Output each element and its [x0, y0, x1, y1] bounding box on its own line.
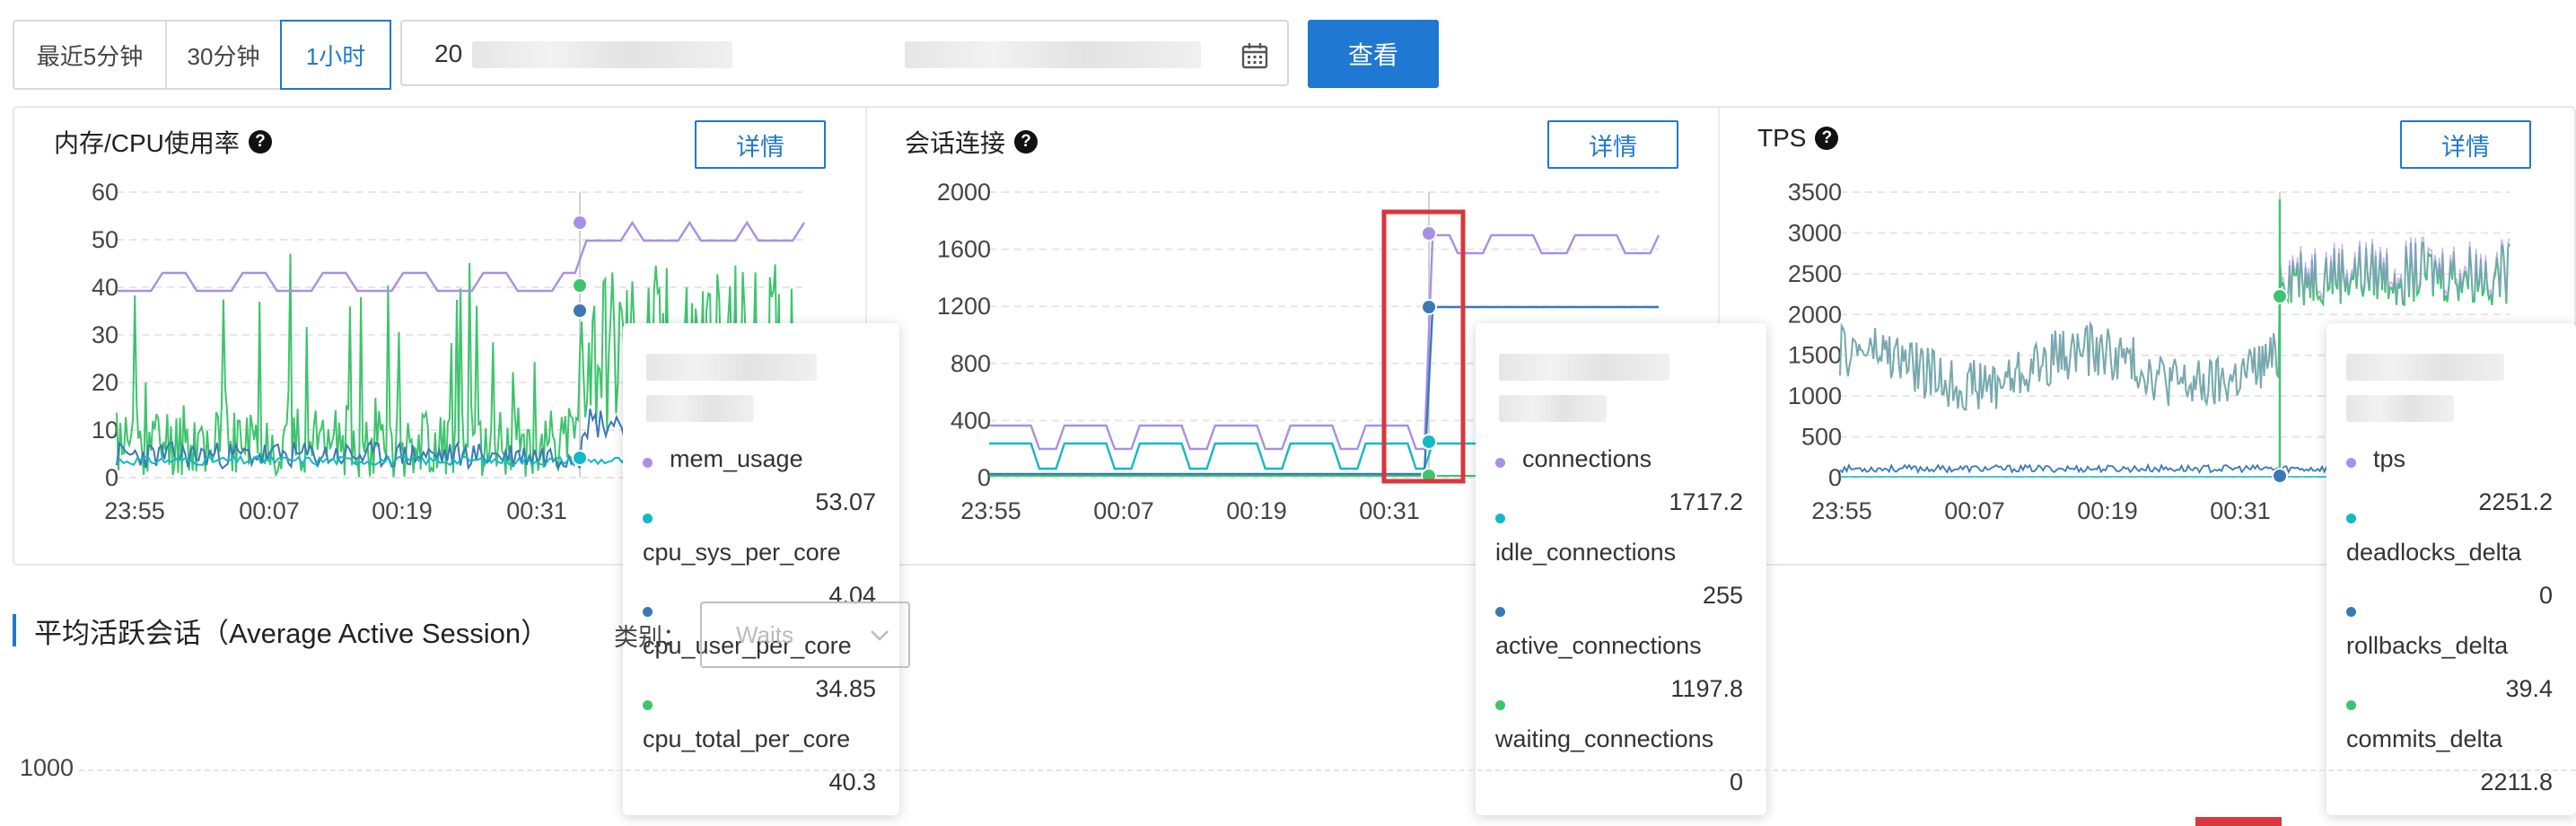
tooltip-value: 0 [1729, 769, 1743, 795]
x-tick-label: 00:07 [1944, 497, 2005, 524]
x-tick-label: 00:07 [1093, 497, 1154, 524]
y-tick-label: 3000 [1788, 219, 1842, 246]
x-tick-label: 00:31 [506, 497, 567, 524]
aas-y-tick: 1000 [20, 754, 74, 781]
tooltip-tps: tps 2251.2 deadlocks_delta 0 rollbacks_d… [2326, 323, 2576, 815]
y-tick-label: 1000 [1788, 382, 1842, 409]
tooltip-value: 2251.2 [2478, 488, 2553, 515]
legend-dot [1495, 514, 1505, 523]
x-tick-label: 00:19 [2077, 497, 2138, 524]
hover-point [1421, 225, 1437, 242]
series-mem-usage [117, 220, 806, 293]
highlight-marker [2195, 817, 2282, 826]
section-accent-bar [13, 614, 16, 646]
hover-point [572, 450, 588, 466]
hover-point [2272, 288, 2288, 304]
legend-dot [2346, 514, 2356, 523]
x-tick-label: 00:31 [1359, 497, 1420, 524]
tooltip-memory-cpu: mem_usage 53.07 cpu_sys_per_core 4.04 cp… [623, 323, 899, 815]
tooltip-label: commits_delta [2346, 725, 2503, 752]
blurred-timestamp [1499, 354, 1669, 381]
tooltip-label: connections [1522, 445, 1652, 472]
y-tick-label: 3500 [1788, 179, 1842, 206]
blurred-timestamp [2346, 354, 2504, 381]
legend-dot [1495, 700, 1505, 710]
tooltip-value: 1197.8 [1670, 675, 1743, 702]
legend-dot [1495, 458, 1505, 468]
legend-dot [2346, 700, 2356, 710]
y-tick-label: 0 [977, 464, 991, 491]
x-tick-label: 00:19 [1226, 497, 1287, 524]
tooltip-value: 2211.8 [2480, 769, 2553, 795]
hover-point [1421, 434, 1437, 450]
tooltip-value: 39.4 [2505, 675, 2553, 702]
y-tick-label: 1500 [1788, 342, 1842, 369]
type-select[interactable]: Waits [700, 602, 910, 668]
x-tick-label: 23:55 [1811, 497, 1872, 524]
hover-point [572, 303, 588, 319]
y-tick-label: 2500 [1788, 260, 1842, 287]
x-tick-label: 00:31 [2210, 497, 2271, 524]
y-tick-label: 800 [951, 350, 991, 377]
tooltip-label: deadlocks_delta [2346, 539, 2522, 566]
hover-point [1421, 299, 1437, 315]
y-tick-label: 400 [951, 407, 991, 434]
legend-dot [2346, 458, 2356, 468]
y-tick-label: 20 [92, 369, 118, 396]
y-tick-label: 1600 [937, 236, 991, 263]
tooltip-value: 53.07 [815, 488, 876, 515]
tooltip-value: 0 [2538, 582, 2553, 609]
y-tick-label: 40 [92, 274, 118, 301]
y-tick-label: 2000 [937, 179, 991, 206]
y-tick-label: 10 [92, 417, 118, 444]
x-tick-label: 00:19 [372, 497, 433, 524]
y-tick-label: 60 [92, 179, 118, 206]
tooltip-label: waiting_connections [1495, 725, 1714, 752]
metric-charts: 605040302010023:5500:0700:1900:3100:4320… [92, 179, 2510, 524]
tooltip-value: 34.85 [815, 675, 876, 702]
tooltip-label: tps [2373, 445, 2406, 472]
x-tick-label: 23:55 [960, 497, 1021, 524]
y-tick-label: 0 [1828, 464, 1842, 491]
type-select-value: Waits [736, 621, 794, 648]
x-tick-label: 23:55 [104, 497, 165, 524]
tooltip-label: active_connections [1495, 632, 1702, 659]
blurred-timestamp [646, 395, 754, 422]
y-tick-label: 500 [1801, 424, 1842, 451]
tooltip-value: 40.3 [828, 769, 876, 795]
aas-section-title: 平均活跃会话（Average Active Session） [34, 618, 549, 649]
y-tick-label: 2000 [1788, 301, 1842, 328]
legend-dot [643, 514, 653, 523]
blurred-timestamp [646, 354, 817, 381]
tooltip-sessions: connections 1717.2 idle_connections 255 … [1476, 323, 1766, 815]
hover-point [572, 277, 588, 294]
legend-dot [2346, 607, 2356, 617]
chevron-down-icon [871, 630, 889, 641]
y-tick-label: 30 [92, 321, 118, 348]
blurred-timestamp [2346, 395, 2454, 422]
type-label: 类别： [614, 624, 687, 651]
tooltip-label: cpu_total_per_core [643, 725, 851, 752]
hover-point [2272, 468, 2288, 484]
tooltip-label: idle_connections [1495, 539, 1677, 566]
tooltip-label: rollbacks_delta [2346, 632, 2509, 659]
tooltip-value: 1717.2 [1669, 488, 1743, 515]
legend-dot [643, 458, 653, 468]
hover-point [572, 215, 588, 231]
y-tick-label: 0 [105, 464, 118, 491]
x-tick-label: 00:07 [239, 497, 300, 524]
y-tick-label: 50 [92, 226, 118, 253]
legend-dot [643, 700, 653, 710]
tooltip-value: 255 [1702, 582, 1743, 609]
aas-gridline [79, 769, 2576, 771]
legend-dot [643, 607, 653, 617]
blurred-timestamp [1499, 395, 1607, 422]
tooltip-label: cpu_sys_per_core [643, 539, 841, 566]
legend-dot [1495, 607, 1505, 617]
y-tick-label: 1200 [937, 293, 991, 320]
tooltip-label: mem_usage [670, 445, 803, 472]
